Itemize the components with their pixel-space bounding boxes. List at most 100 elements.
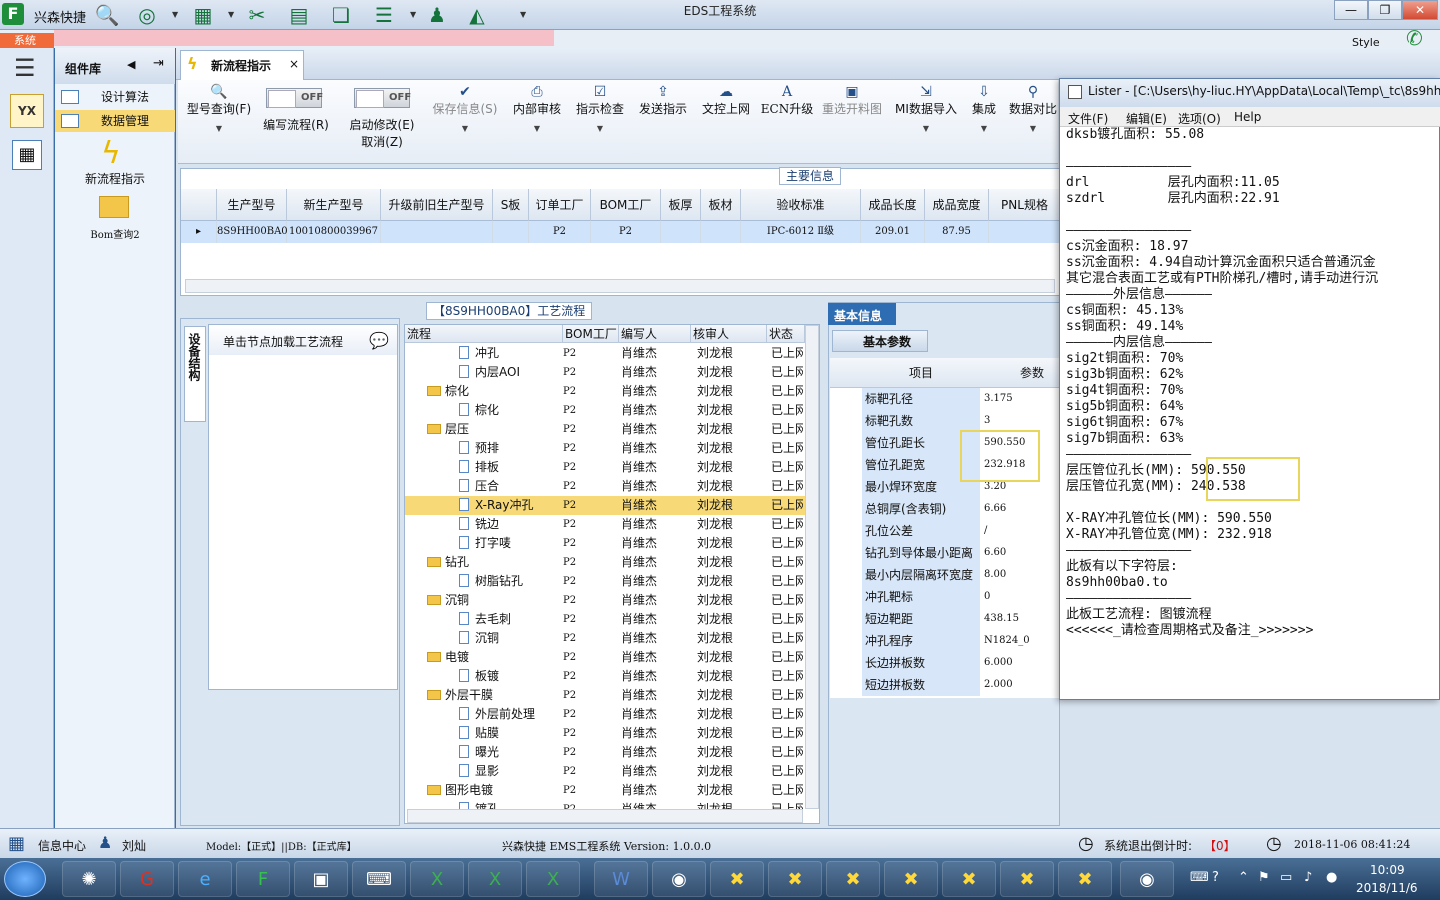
taskbar-app-icon[interactable]: G [120,861,174,897]
flow-step[interactable]: 电镀 [427,648,469,667]
minimize-button[interactable]: — [1334,0,1368,20]
scissors-icon[interactable]: ✂ [244,3,270,27]
param-row[interactable]: 总铜厚(含表铜) 6.66 [830,498,1060,520]
tree-row[interactable]: 内层AOI P2 肖维杰 刘龙根 已上网 [405,363,805,382]
tab-close-icon[interactable]: × [289,57,299,71]
param-value[interactable]: 2.000 [982,674,1062,696]
tray-help-icon[interactable]: ? [1212,870,1219,885]
taskbar-window-icon[interactable]: ✖ [884,861,938,897]
cell[interactable] [493,221,529,243]
param-row[interactable]: 钻孔到导体最小距离 6.60 [830,542,1060,564]
col-header[interactable]: 流程 [405,325,563,343]
cell[interactable]: 209.01 [861,221,925,243]
param-value[interactable]: 8.00 [982,564,1062,586]
param-value[interactable]: 3.175 [982,388,1062,410]
system-tab[interactable]: 系统 [0,33,54,48]
param-row[interactable]: 标靶孔径 3.175 [830,388,1060,410]
tree-row[interactable]: 铣边 P2 肖维杰 刘龙根 已上网 [405,515,805,534]
taskbar-keyboard-icon[interactable]: ⌨ [352,861,406,897]
flow-step[interactable]: 沉铜 [459,629,499,648]
chevron-down-icon[interactable]: ▼ [410,10,416,19]
tree-row[interactable]: 贴膜 P2 肖维杰 刘龙根 已上网 [405,724,805,743]
taskbar-app-icon[interactable]: ◉ [652,861,706,897]
doc-upload-button[interactable]: ☁ 文控上网 [698,80,754,164]
param-value[interactable]: 3 [982,410,1062,432]
col-header[interactable]: S板 [493,189,529,221]
horizontal-scrollbar[interactable] [407,809,803,823]
tree-row[interactable]: 棕化 P2 肖维杰 刘龙根 已上网 [405,401,805,420]
tree-row[interactable]: 外层干膜 P2 肖维杰 刘龙根 已上网 [405,686,805,705]
taskbar-window-icon[interactable]: ✖ [942,861,996,897]
col-header[interactable]: PNL规格 [989,189,1061,221]
horizontal-scrollbar[interactable] [185,279,1055,293]
maximize-button[interactable]: ❐ [1368,0,1402,20]
col-header[interactable]: 生产型号 [217,189,287,221]
search-icon[interactable]: 🔍 [94,3,120,27]
flow-step[interactable]: 曝光 [459,743,499,762]
cell[interactable] [989,221,1061,243]
model-query-button[interactable]: 🔍 型号查询(F) ▼ [182,80,256,164]
taskbar-window-icon[interactable]: ✖ [826,861,880,897]
tree-row[interactable]: 外层前处理 P2 肖维杰 刘龙根 已上网 [405,705,805,724]
mi-import-button[interactable]: ⇲ MI数据导入 ▼ [892,80,960,164]
tree-row[interactable]: 显影 P2 肖维杰 刘龙根 已上网 [405,762,805,781]
param-row[interactable]: 孔位公差 / [830,520,1060,542]
start-modify-toggle[interactable]: OFF [354,88,411,108]
param-value[interactable]: 6.000 [982,652,1062,674]
param-row[interactable]: 冲孔程序 N1824_0 [830,630,1060,652]
param-row[interactable]: 长边拼板数 6.000 [830,652,1060,674]
taskbar-shell-icon[interactable]: ✺ [62,861,116,897]
taskbar-excel-icon[interactable]: X [410,861,464,897]
taskbar-window-icon[interactable]: ✖ [768,861,822,897]
cell[interactable] [381,221,493,243]
reselect-cut-button[interactable]: ▣ 重选开料图 [818,80,886,164]
tree-row[interactable]: 沉铜 P2 肖维杰 刘龙根 已上网 [405,591,805,610]
cell[interactable]: P2 [591,221,661,243]
tray-chevron-icon[interactable]: ⌃ [1238,870,1249,885]
tree-row[interactable]: 压合 P2 肖维杰 刘龙根 已上网 [405,477,805,496]
flow-step[interactable]: 树脂钻孔 [459,572,523,591]
tree-row[interactable]: 去毛刺 P2 肖维杰 刘龙根 已上网 [405,610,805,629]
flow-step[interactable]: 外层前处理 [459,705,535,724]
ecn-upgrade-button[interactable]: A ECN升级 [760,80,814,164]
tree-row[interactable]: 树脂钻孔 P2 肖维杰 刘龙根 已上网 [405,572,805,591]
tab-basic-params[interactable]: 基本参数 [832,330,928,352]
tray-time[interactable]: 10:09 [1370,863,1405,877]
tile-new-process[interactable]: 新流程指示 [55,170,175,187]
sidebar-item-data-management[interactable]: 数据管理 [55,110,175,132]
col-header[interactable]: BOM工厂 [591,189,661,221]
flow-step[interactable]: 显影 [459,762,499,781]
flow-step[interactable]: 外层干膜 [427,686,493,705]
tray-app-icon[interactable]: ● [1326,870,1337,885]
user-icon[interactable]: ♟ [424,3,450,27]
chart-icon[interactable]: ◭ [462,3,492,27]
copy-icon[interactable]: ❏ [328,3,354,27]
param-value[interactable]: 0 [982,586,1062,608]
cell[interactable]: IPC-6012 Ⅱ级 [741,221,861,243]
grid-icon[interactable]: ▦ [190,3,216,27]
col-header[interactable]: 核审人 [691,325,767,343]
param-row[interactable]: 短边靶距 438.15 [830,608,1060,630]
tree-row[interactable]: 层压 P2 肖维杰 刘龙根 已上网 [405,420,805,439]
param-value[interactable]: 6.60 [982,542,1062,564]
tree-row[interactable]: 钻孔 P2 肖维杰 刘龙根 已上网 [405,553,805,572]
integrate-button[interactable]: ⇩ 集成 ▼ [966,80,1002,164]
taskbar-f-app-icon[interactable]: F [236,861,290,897]
flow-step[interactable]: 冲孔 [459,344,499,363]
col-header[interactable]: 参数 [1020,364,1044,381]
taskbar-app-icon[interactable]: ◉ [1120,861,1174,897]
taskbar-window-icon[interactable]: ✖ [1000,861,1054,897]
calculator-icon[interactable]: ▦ [12,140,42,170]
target-icon[interactable]: ◎ [134,3,160,27]
collapse-left-icon[interactable]: ◀ [127,58,135,71]
tray-network-icon[interactable]: ▭ [1280,870,1292,885]
tile-bom-query[interactable]: Bom查询2 [55,226,175,241]
col-header[interactable]: 升级前旧生产型号 [381,189,493,221]
tree-row[interactable]: 排板 P2 肖维杰 刘龙根 已上网 [405,458,805,477]
flow-step[interactable]: 排板 [459,458,499,477]
param-value[interactable]: N1824_0 [982,630,1062,652]
flow-step[interactable]: 去毛刺 [459,610,511,629]
flow-step[interactable]: 贴膜 [459,724,499,743]
phone-icon[interactable]: ✆ [1406,26,1423,50]
cell[interactable]: 87.95 [925,221,989,243]
